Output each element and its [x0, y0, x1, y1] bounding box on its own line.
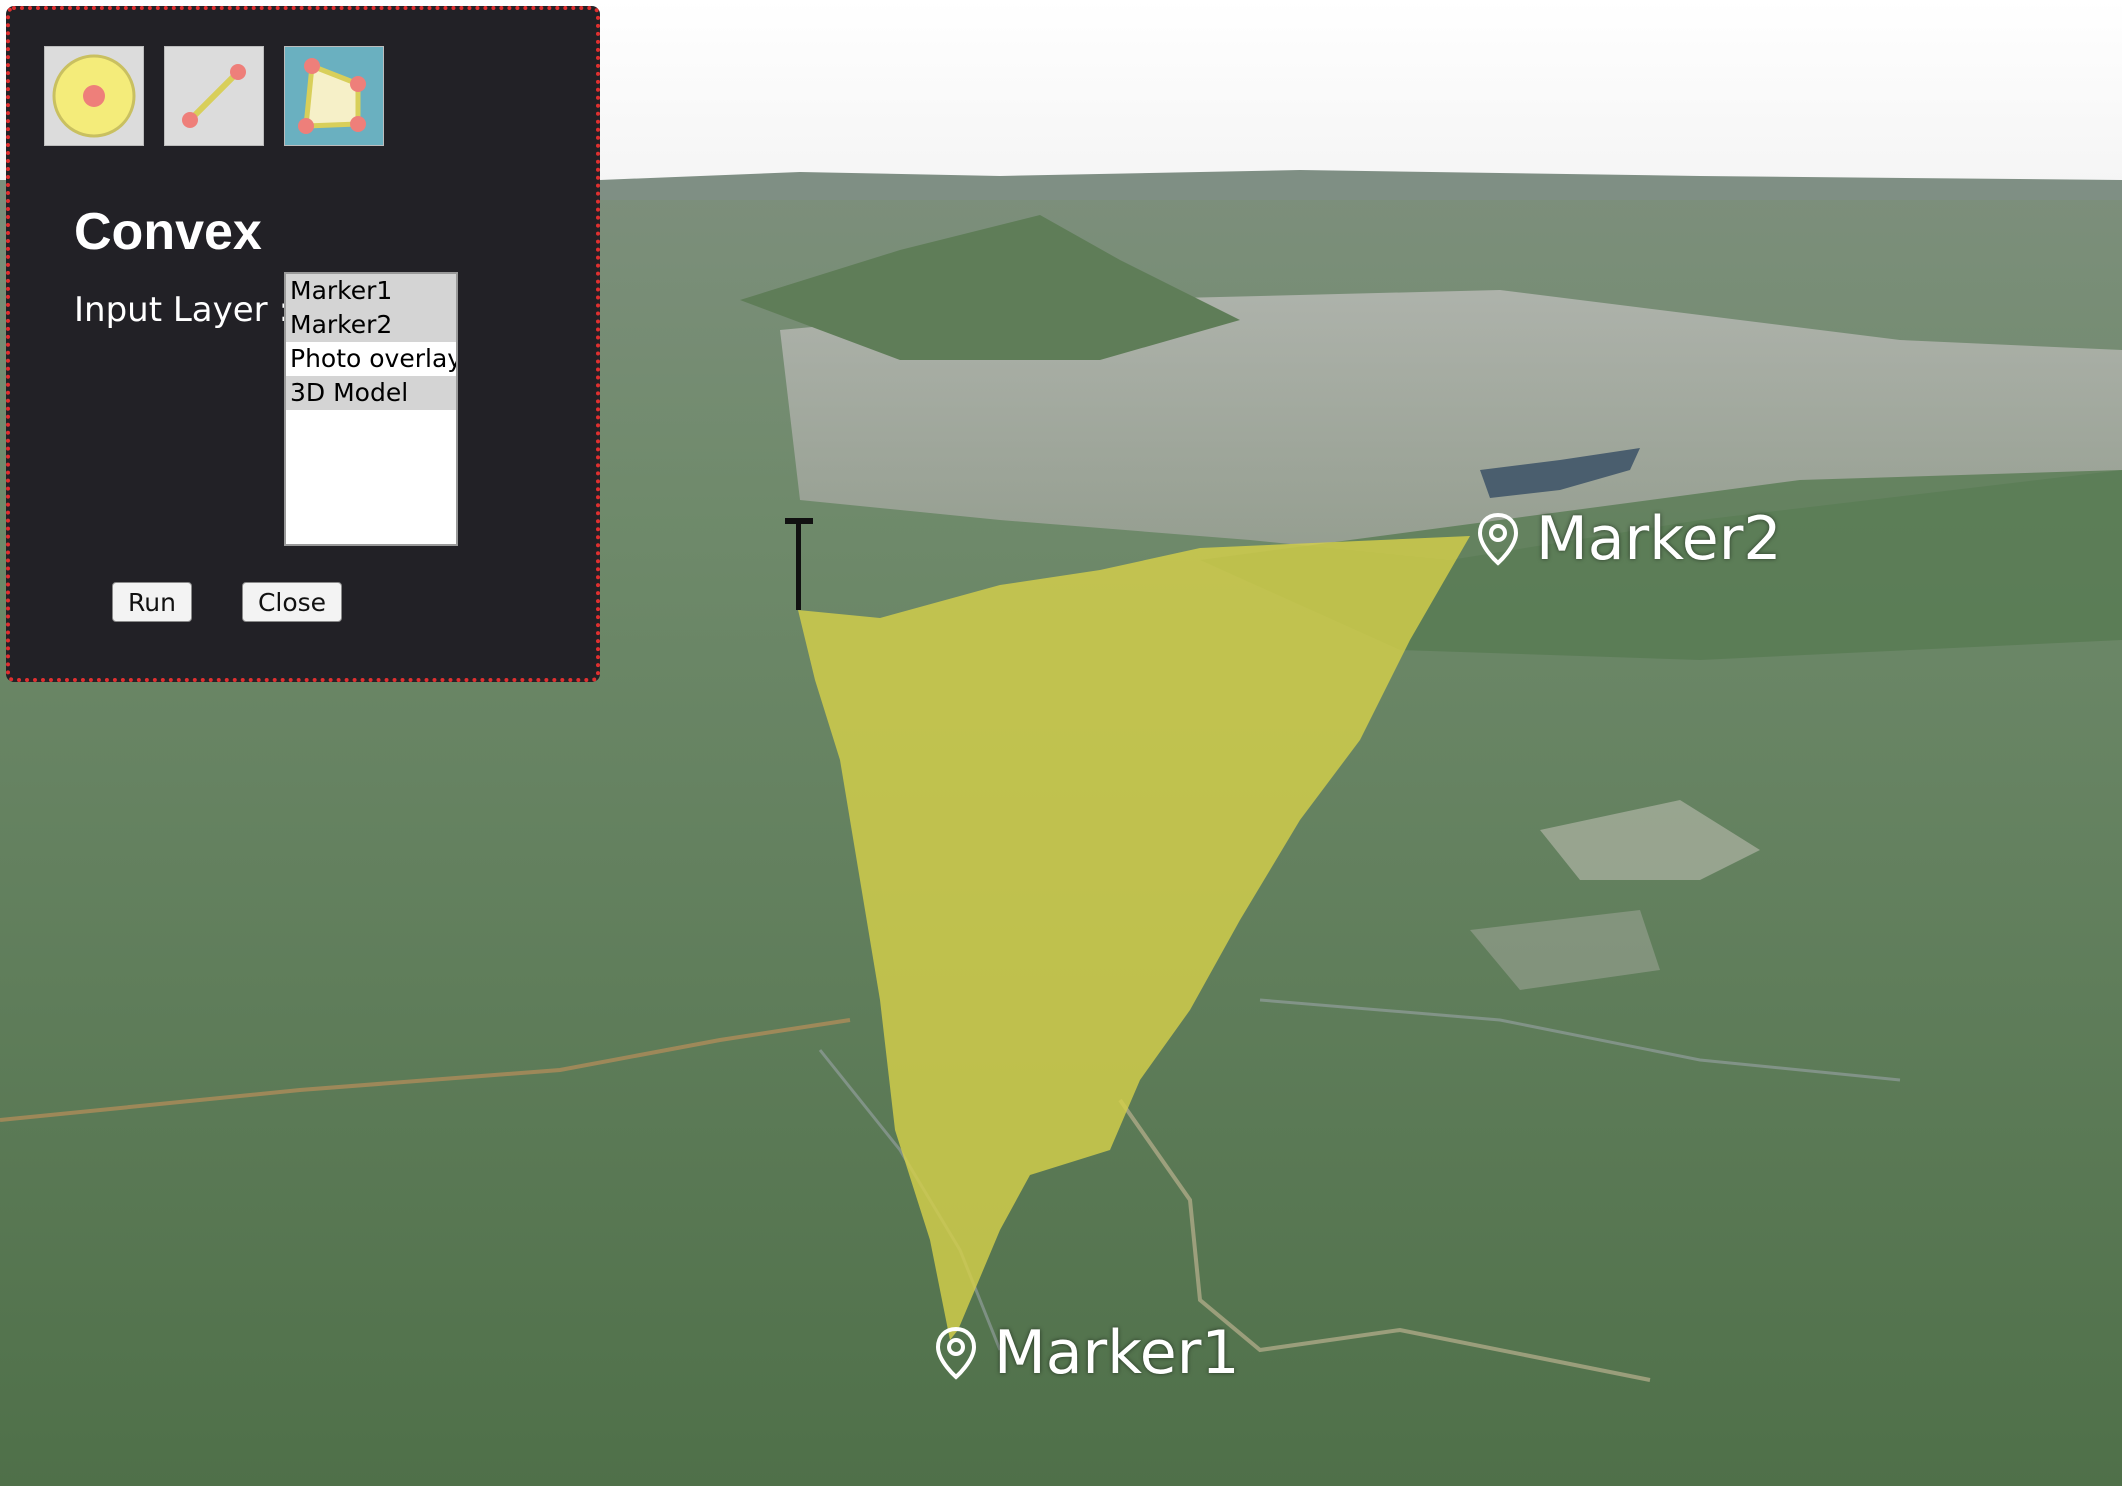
convex-tool-button[interactable] [284, 46, 384, 146]
line-tool-button[interactable] [164, 46, 264, 146]
layer-option-photo-overlay[interactable]: Photo overlay [286, 342, 456, 376]
convex-tool-icon [298, 58, 366, 134]
layer-option-marker2[interactable]: Marker2 [286, 308, 456, 342]
close-button[interactable]: Close [242, 582, 342, 622]
panel-title: Convex [74, 203, 262, 261]
run-button[interactable]: Run [112, 582, 192, 622]
layer-option-3d-model[interactable]: 3D Model [286, 376, 456, 410]
input-layer-label: Input Layer : [74, 290, 290, 330]
marker2-text: Marker2 [1536, 504, 1782, 574]
buffer-tool-button[interactable] [44, 46, 144, 146]
marker1-text: Marker1 [994, 1318, 1240, 1388]
map-pin-icon [1477, 512, 1519, 566]
map-pin-icon [935, 1326, 977, 1380]
buffer-tool-icon [52, 54, 136, 138]
marker1-label[interactable]: Marker1 [934, 1318, 1240, 1388]
line-tool-icon [182, 64, 246, 128]
layer-option-marker1[interactable]: Marker1 [286, 274, 456, 308]
marker2-label[interactable]: Marker2 [1476, 504, 1782, 574]
input-layer-select[interactable]: Marker1 Marker2 Photo overlay 3D Model [284, 272, 458, 546]
convex-tool-panel: Convex Input Layer : Marker1 Marker2 Pho… [6, 6, 600, 682]
